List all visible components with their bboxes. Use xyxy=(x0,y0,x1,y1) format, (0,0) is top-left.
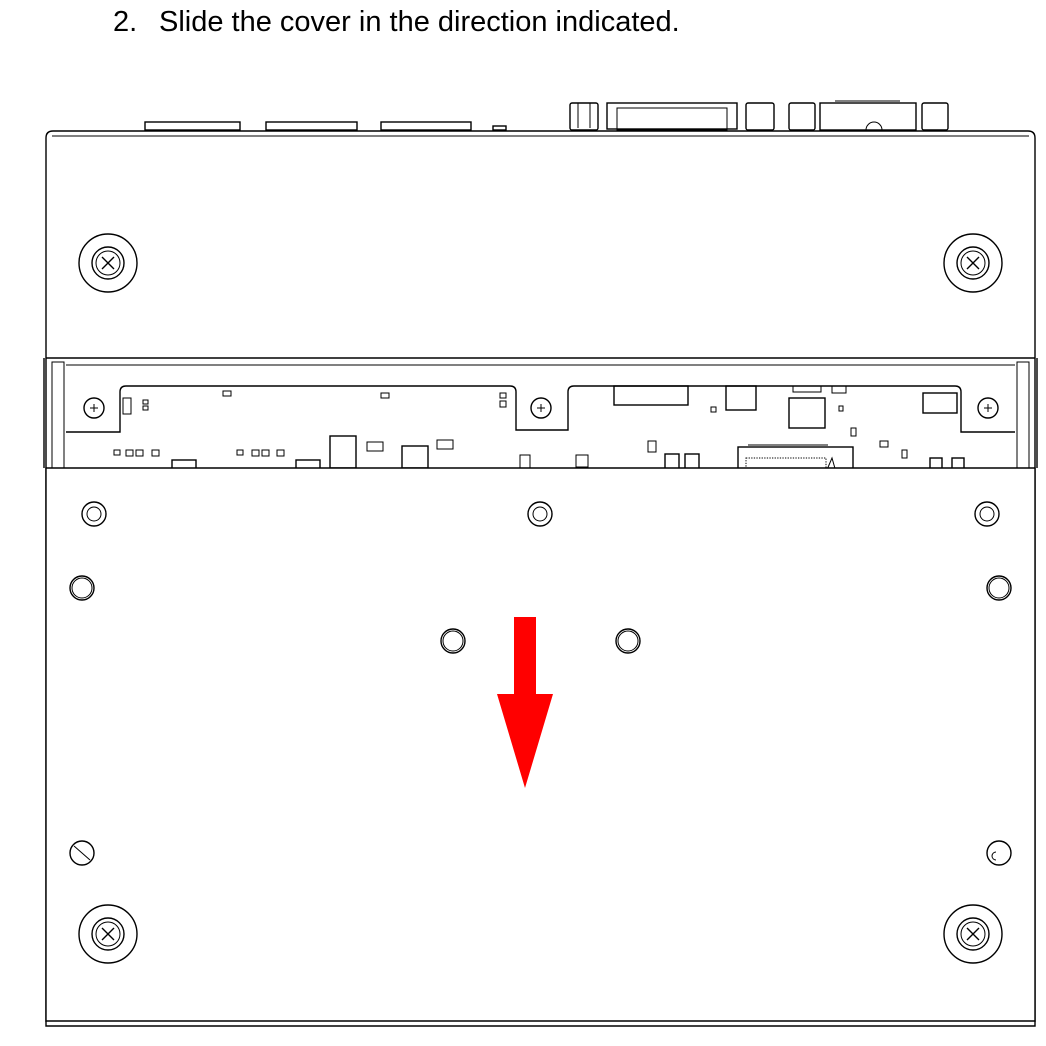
sliding-cover xyxy=(45,467,1036,1027)
usb-stack-connector xyxy=(569,102,599,131)
antenna-connector xyxy=(819,100,917,131)
rear-io-connectors xyxy=(144,100,949,131)
exposed-board-strip xyxy=(43,358,1038,476)
serial-port-connector xyxy=(606,102,738,131)
captive-screw-top-right xyxy=(943,233,1003,293)
chassis-diagram xyxy=(43,100,1038,1027)
captive-screw-top-left xyxy=(78,233,138,293)
